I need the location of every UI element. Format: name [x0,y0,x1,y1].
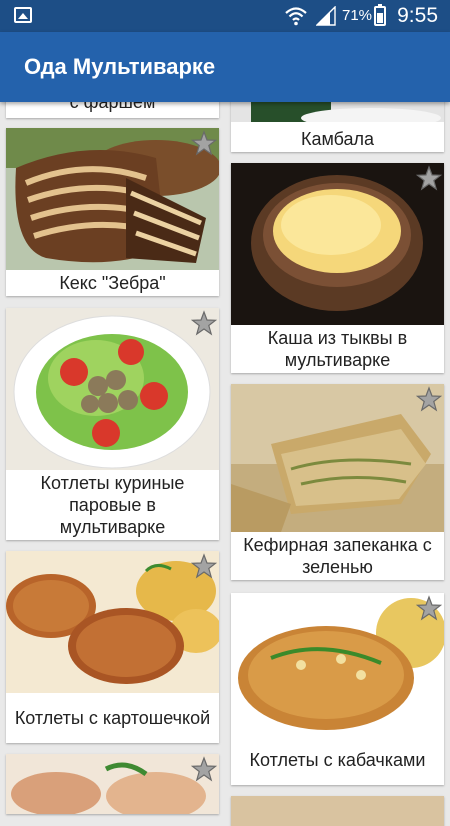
favorite-star-icon[interactable] [416,595,442,621]
recipe-card[interactable]: Котлеты с кабачками [231,593,444,785]
recipe-photo [231,163,444,325]
recipe-title: Кекс "Зебра" [59,273,166,293]
recipe-card[interactable]: Кекс "Зебра" [6,128,219,296]
recipe-card[interactable] [6,754,219,814]
recipe-title: Камбала [300,129,375,149]
recipe-title: Котлеты куриные паровые в мультиварке [40,473,185,537]
favorite-star-icon[interactable] [191,756,217,782]
recipe-photo [6,128,219,270]
favorite-star-icon[interactable] [191,130,217,156]
recipe-photo [231,796,444,826]
favorite-star-icon[interactable] [416,386,442,412]
recipe-photo [6,551,219,693]
clock: 9:55 [397,4,438,27]
favorite-star-icon[interactable] [191,553,217,579]
status-bar: 71% 9:55 [0,0,450,32]
wifi-icon [285,7,307,26]
app-bar: Ода Мультиварке [0,32,450,102]
recipe-title: Кефирная запеканка с зеленью [243,535,432,577]
favorite-star-icon[interactable] [191,310,217,336]
recipe-card[interactable]: Котлеты куриные паровые в мультиварке [6,308,219,540]
battery-icon [374,4,386,26]
recipe-card[interactable]: Каша из тыквы в мультиварке [231,163,444,373]
battery-percent: 71% [342,7,373,24]
recipe-photo [231,384,444,532]
recipe-title: Котлеты с кабачками [249,750,426,770]
gallery-icon [14,7,32,23]
favorite-star-icon[interactable] [416,165,442,191]
signal-icon [316,6,336,26]
recipe-card[interactable]: Кефирная запеканка с зеленью [231,384,444,580]
recipe-photo [6,308,219,470]
recipe-card[interactable] [231,796,444,826]
recipe-title: Котлеты с картошечкой [14,708,211,728]
recipe-card[interactable]: Котлеты с картошечкой [6,551,219,743]
recipe-photo [6,754,219,814]
recipe-photo [231,593,444,735]
app-title: Ода Мультиварке [24,54,216,79]
recipe-title: Каша из тыквы в мультиварке [267,328,408,370]
